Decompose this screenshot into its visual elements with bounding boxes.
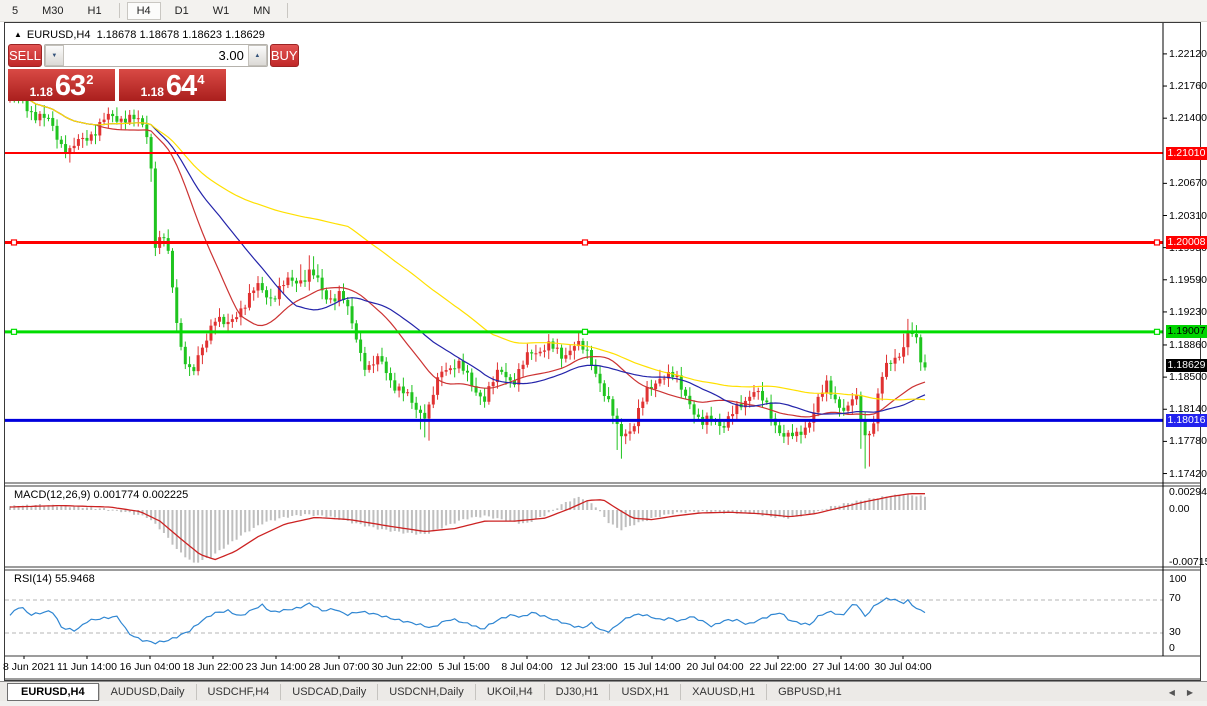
indicator-axis-label: -0.00715 [1169,556,1207,568]
buy-price-pipette: 4 [197,72,204,87]
timeframe-toolbar: 5M30 H1 H4D1W1MN [0,0,1207,22]
chart-tab-dj30-h1[interactable]: DJ30,H1 [544,684,610,700]
symbol-label: EURUSD,H4 [27,29,91,41]
quote-row: 1.18 63 2 1.18 64 4 [8,69,226,101]
timeframe-button-H4[interactable]: H4 [127,2,161,20]
time-label: 18 Jun 22:00 [183,661,244,673]
buy-price-pips: 64 [166,73,196,99]
price-tick-label: 1.18860 [1169,339,1207,351]
chart-tab-gbpusd-h1[interactable]: GBPUSD,H1 [766,684,853,700]
price-tick-label: 1.19590 [1169,274,1207,286]
macd-label: MACD(12,26,9) 0.001774 0.002225 [14,489,188,501]
price-tick-label: 1.19230 [1169,306,1207,318]
time-label: 22 Jul 22:00 [749,661,806,673]
price-tick-label: 1.22120 [1169,48,1207,60]
tab-scroll-left-button[interactable]: ◀ [1169,688,1175,697]
sell-price-big-figure: 1.18 [30,85,53,99]
ohlc-values: 1.18678 1.18678 1.18623 1.18629 [97,29,265,41]
volume-spinner: ▼ ▲ [44,44,268,67]
price-level-box-1.20008: 1.20008 [1166,236,1207,249]
time-label: 8 Jul 04:00 [501,661,552,673]
chart-tab-xauusd-h1[interactable]: XAUUSD,H1 [680,684,766,700]
chart-tab-ukoil-h4[interactable]: UKOil,H4 [475,684,544,700]
time-label: 15 Jul 14:00 [623,661,680,673]
timeframe-button-MN[interactable]: MN [243,2,280,20]
sell-price-pips: 63 [55,73,85,99]
time-label: 23 Jun 14:00 [246,661,307,673]
trade-controls-row: SELL ▼ ▲ BUY [8,44,226,67]
status-strip [0,701,1207,706]
collapse-triangle-icon[interactable]: ▲ [14,30,22,39]
indicator-axis-label: 0.002947 [1169,486,1207,498]
price-level-box-1.19007: 1.19007 [1166,325,1207,338]
time-label: 28 Jun 07:00 [309,661,370,673]
one-click-trade-panel: SELL ▼ ▲ BUY 1.18 63 2 1.18 64 4 [8,44,226,101]
chart-tab-usdx-h1[interactable]: USDX,H1 [609,684,680,700]
sell-price-pipette: 2 [86,72,93,87]
buy-button[interactable]: BUY [270,44,299,67]
indicator-axis-label: 30 [1169,626,1181,638]
time-label: 30 Jul 04:00 [874,661,931,673]
volume-increase-button[interactable]: ▲ [248,45,267,66]
sell-button[interactable]: SELL [8,44,42,67]
price-tick-label: 1.20310 [1169,210,1207,222]
buy-quote[interactable]: 1.18 64 4 [119,69,226,101]
chart-tab-usdcad-daily[interactable]: USDCAD,Daily [280,684,377,700]
chart-frame [4,22,1201,681]
buy-price-big-figure: 1.18 [141,85,164,99]
chart-tab-bar: EURUSD,H4AUDUSD,DailyUSDCHF,H4USDCAD,Dai… [0,681,1207,702]
toolbar-separator [119,3,120,18]
timeframe-button-M30[interactable]: M30 [32,2,73,20]
indicator-axis-label: 70 [1169,592,1181,604]
tab-scroll-right-button[interactable]: ▶ [1187,688,1193,697]
time-label: 12 Jul 23:00 [560,661,617,673]
rsi-label: RSI(14) 55.9468 [14,573,95,585]
timeframe-button-H1[interactable]: H1 [78,2,112,20]
indicator-axis-label: 100 [1169,573,1187,585]
price-tick-label: 1.17780 [1169,435,1207,447]
sell-quote[interactable]: 1.18 63 2 [8,69,115,101]
chart-tab-usdchf-h4[interactable]: USDCHF,H4 [196,684,281,700]
time-label: 27 Jul 14:00 [812,661,869,673]
price-tick-label: 1.20670 [1169,177,1207,189]
timeframe-button-5[interactable]: 5 [2,2,28,20]
price-level-box-1.18629: 1.18629 [1166,359,1207,372]
tab-scroll-nav: ◀▶ [1169,688,1193,697]
price-tick-label: 1.18500 [1169,371,1207,383]
price-tick-label: 1.21760 [1169,80,1207,92]
chart-ohlc-header: ▲ EURUSD,H4 1.18678 1.18678 1.18623 1.186… [14,29,265,41]
chart-tab-eurusd-h4[interactable]: EURUSD,H4 [7,683,99,701]
toolbar-separator [287,3,288,18]
volume-input[interactable] [64,45,248,66]
price-level-box-1.18016: 1.18016 [1166,414,1207,427]
time-label: 5 Jul 15:00 [438,661,489,673]
price-tick-label: 1.17420 [1169,468,1207,480]
time-label: 30 Jun 22:00 [372,661,433,673]
time-label: 8 Jun 2021 [3,661,55,673]
volume-decrease-button[interactable]: ▼ [45,45,64,66]
time-label: 11 Jun 14:00 [57,661,117,673]
time-label: 16 Jun 04:00 [120,661,181,673]
timeframe-button-D1[interactable]: D1 [165,2,199,20]
chart-tab-audusd-daily[interactable]: AUDUSD,Daily [99,684,196,700]
time-label: 20 Jul 04:00 [686,661,743,673]
timeframe-button-W1[interactable]: W1 [203,2,240,20]
indicator-axis-label: 0.00 [1169,503,1189,515]
chart-tab-usdcnh-daily[interactable]: USDCNH,Daily [377,684,475,700]
price-level-box-1.21010: 1.21010 [1166,147,1207,160]
price-tick-label: 1.21400 [1169,112,1207,124]
mt4-window: 5M30 H1 H4D1W1MN ▲ EURUSD,H4 1.18678 1.1867… [0,0,1207,706]
indicator-axis-label: 0 [1169,642,1175,654]
